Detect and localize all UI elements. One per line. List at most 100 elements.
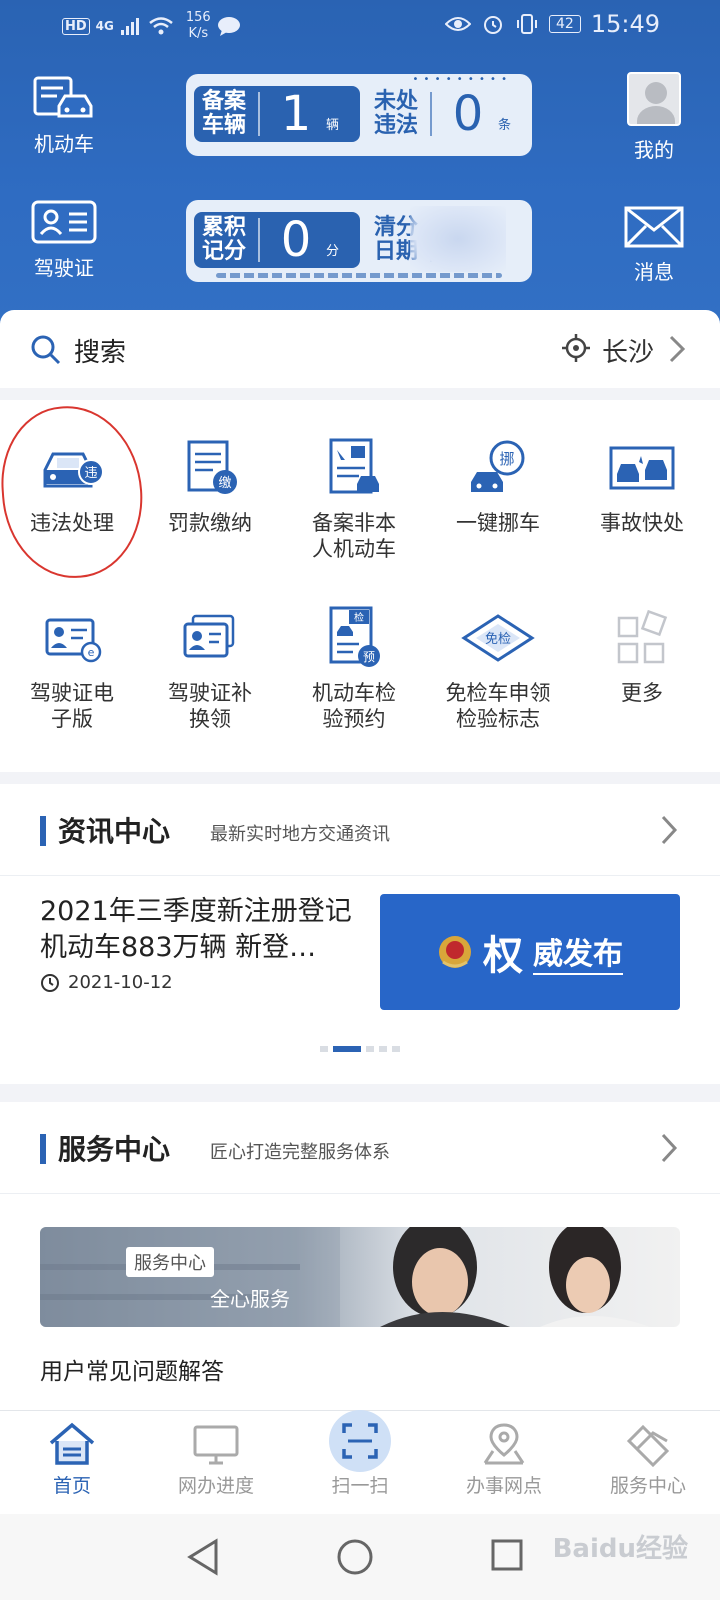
handshake-icon [626, 1424, 670, 1467]
svg-text:e: e [88, 646, 95, 659]
clock: 15:49 [590, 10, 660, 38]
vehicle-stats-panel[interactable]: • • • • • • • • • 备案 车辆 1 辆 未处 违法 0 条 [186, 74, 532, 156]
service-accident-quick[interactable]: 事故快处 [570, 436, 714, 536]
divider [258, 92, 260, 136]
service-register-nonowner-vehicle[interactable]: 备案非本人机动车 [282, 436, 426, 562]
back-icon[interactable] [186, 1538, 220, 1576]
service-e-license[interactable]: e 驾驶证电子版 [0, 606, 144, 732]
tab-label: 服务中心 [609, 1475, 686, 1497]
tab-service-points[interactable]: 办事网点 [432, 1421, 576, 1498]
label-line: 未处 [373, 89, 418, 114]
divider [430, 92, 432, 136]
carousel-indicator [320, 1046, 400, 1052]
vehicle-entry[interactable]: 机动车 [4, 74, 124, 157]
service-fine-payment[interactable]: 缴 罚款缴纳 [138, 436, 282, 536]
clock-icon [41, 973, 59, 992]
violations-unit: 条 [498, 117, 512, 133]
service-label: 免检车申领检验标志 [445, 681, 551, 731]
service-one-key-move-car[interactable]: 挪 一键挪车 [426, 436, 570, 536]
status-bar: HD 4G 156 K/s 42 15:49 [0, 0, 720, 52]
home-icon [49, 1422, 95, 1465]
blurred-date [410, 206, 506, 272]
inspection-booking-icon: 检 预 [329, 606, 380, 667]
vibrate-icon [517, 14, 537, 34]
license-entry[interactable]: 驾驶证 [4, 200, 124, 281]
accident-icon [609, 446, 675, 490]
police-emblem-icon [439, 936, 471, 968]
violations-label: 未处 违法 [368, 90, 424, 138]
carousel-dot-active [333, 1046, 361, 1052]
watermark: Baidu经验 [552, 1534, 688, 1564]
tab-label: 扫一扫 [331, 1475, 389, 1497]
search-input[interactable]: 搜索 [74, 332, 126, 369]
speed-value: 156 [185, 10, 211, 25]
license-stats-panel[interactable]: 累积 记分 0 分 清分 日期 [186, 200, 532, 282]
banner-tag: 服务中心 [126, 1247, 214, 1277]
news-item-image[interactable]: 权 威发布 [380, 894, 680, 1010]
label-line: 违法 [373, 113, 418, 138]
move-car-icon: 挪 [471, 440, 525, 492]
service-exempt-badge[interactable]: 免检 免检车申领检验标志 [426, 606, 570, 732]
panel-decoration [216, 273, 502, 278]
service-label: 备案非本人机动车 [312, 511, 396, 561]
section-accent-bar [40, 816, 46, 846]
tab-label: 网办进度 [177, 1475, 254, 1497]
messages-entry[interactable]: 消息 [594, 206, 714, 285]
service-license-replace[interactable]: 驾驶证补换领 [138, 606, 282, 732]
tab-service-center[interactable]: 服务中心 [576, 1421, 720, 1498]
carousel-dot [392, 1046, 400, 1052]
registered-unit: 辆 [326, 117, 340, 133]
divider [258, 218, 260, 262]
carousel-dot [379, 1046, 387, 1052]
section-subtitle: 最新实时地方交通资讯 [210, 824, 390, 845]
carousel-dot [320, 1046, 328, 1052]
chevron-right-icon [669, 335, 686, 363]
service-inspection-booking[interactable]: 检 预 机动车检验预约 [282, 606, 426, 732]
recents-square-icon[interactable] [490, 1538, 524, 1572]
search-bar[interactable]: 搜索 长沙 [0, 310, 720, 388]
home-circle-icon[interactable] [336, 1538, 374, 1576]
section-accent-bar [40, 1134, 46, 1164]
label-line: 备案 [201, 89, 246, 114]
wifi-icon [149, 17, 173, 35]
registered-label: 备案 车辆 [196, 90, 252, 138]
service-label: 驾驶证补换领 [168, 681, 252, 731]
label-line: 累积 [201, 215, 246, 240]
news-item-title[interactable]: 2021年三季度新注册登记机动车883万辆 新登… [40, 894, 366, 966]
service-label: 更多 [621, 681, 663, 705]
vehicle-label: 机动车 [34, 132, 94, 156]
news-item-date: 2021-10-12 [40, 972, 173, 993]
search-icon [31, 335, 61, 365]
date-text: 2021-10-12 [68, 972, 173, 993]
alarm-icon [484, 16, 502, 34]
my-label: 我的 [634, 138, 674, 162]
faq-link[interactable]: 用户常见问题解答 [40, 1352, 224, 1386]
city-selector[interactable]: 长沙 [602, 332, 654, 369]
service-label: 罚款缴纳 [168, 511, 252, 535]
registered-vehicles[interactable]: 备案 车辆 1 辆 [194, 86, 360, 142]
svg-text:预: 预 [363, 650, 375, 664]
service-banner[interactable]: 服务中心 全心服务 [40, 1227, 680, 1327]
accumulated-points[interactable]: 累积 记分 0 分 [194, 212, 360, 268]
tab-progress[interactable]: 网办进度 [144, 1421, 288, 1498]
service-center-section: 服务中心 匠心打造完整服务体系 服务中心 全心服务 用户常见问题解答 [0, 1102, 720, 1412]
pending-violations[interactable]: 未处 违法 0 条 [360, 86, 524, 142]
vehicle-card-icon [33, 76, 93, 118]
service-label: 机动车检验预约 [312, 681, 396, 731]
speed-unit: K/s [188, 26, 209, 41]
avatar [627, 72, 681, 126]
signal-icon [120, 18, 139, 35]
chevron-right-icon [661, 815, 678, 845]
service-center-header[interactable]: 服务中心 匠心打造完整服务体系 [0, 1102, 720, 1194]
fine-payment-icon: 缴 [187, 440, 237, 494]
battery-indicator: 42 [549, 15, 581, 33]
header: HD 4G 156 K/s 42 15:49 机动车 驾驶证 我的 消息 • •… [0, 0, 720, 330]
service-label: 事故快处 [600, 511, 684, 535]
tab-home[interactable]: 首页 [0, 1421, 144, 1498]
my-profile-entry[interactable]: 我的 [594, 72, 714, 163]
service-more[interactable]: 更多 [570, 606, 714, 706]
service-label: 一键挪车 [456, 511, 540, 535]
news-header[interactable]: 资讯中心 最新实时地方交通资讯 [0, 784, 720, 876]
scan-button[interactable] [329, 1410, 391, 1472]
panel-decoration: • • • • • • • • • [412, 74, 508, 85]
